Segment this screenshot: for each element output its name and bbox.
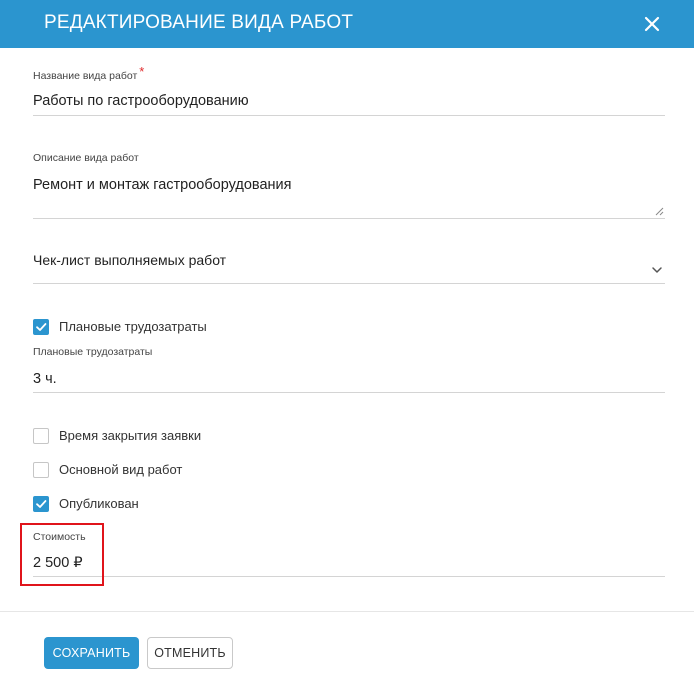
planned-labor-underline — [33, 392, 665, 393]
description-field-label: Описание вида работ — [33, 152, 139, 164]
planned-labor-checkbox-label: Плановые трудозатраты — [59, 319, 207, 334]
closing-time-checkbox[interactable] — [33, 428, 49, 444]
required-mark: * — [139, 64, 145, 79]
footer-divider — [0, 611, 694, 612]
cancel-button[interactable]: ОТМЕНИТЬ — [147, 637, 233, 669]
checklist-select[interactable]: Чек-лист выполняемых работ — [33, 251, 226, 269]
main-type-checkbox[interactable] — [33, 462, 49, 478]
close-icon — [644, 16, 660, 32]
cost-underline — [33, 576, 665, 577]
closing-time-checkbox-label: Время закрытия заявки — [59, 428, 202, 443]
name-field-label: Название вида работ * — [33, 65, 144, 82]
name-input[interactable]: Работы по гастрооборудованию — [33, 92, 249, 110]
checkmark-icon — [36, 323, 47, 331]
planned-labor-field-label: Плановые трудозатраты — [33, 346, 153, 358]
dialog-title: РЕДАКТИРОВАНИЕ ВИДА РАБОТ — [44, 12, 354, 33]
chevron-down-icon[interactable] — [650, 265, 664, 275]
name-label-text: Название вида работ — [33, 70, 138, 82]
dialog-header: РЕДАКТИРОВАНИЕ ВИДА РАБОТ — [0, 0, 694, 48]
published-checkbox-label: Опубликован — [59, 496, 139, 511]
published-checkbox[interactable] — [33, 496, 49, 512]
cost-highlight-box — [20, 523, 104, 586]
close-button[interactable] — [638, 10, 666, 38]
planned-labor-checkbox[interactable] — [33, 319, 49, 335]
checkmark-icon — [36, 500, 47, 508]
planned-labor-input[interactable]: 3 ч. — [33, 370, 57, 388]
checklist-underline — [33, 283, 665, 284]
main-type-checkbox-label: Основной вид работ — [59, 462, 183, 477]
save-button[interactable]: СОХРАНИТЬ — [44, 637, 139, 669]
description-textarea[interactable]: Ремонт и монтаж гастрооборудования — [33, 176, 292, 194]
name-input-underline — [33, 115, 665, 116]
resize-handle-icon[interactable] — [654, 206, 664, 216]
description-underline — [33, 218, 665, 219]
